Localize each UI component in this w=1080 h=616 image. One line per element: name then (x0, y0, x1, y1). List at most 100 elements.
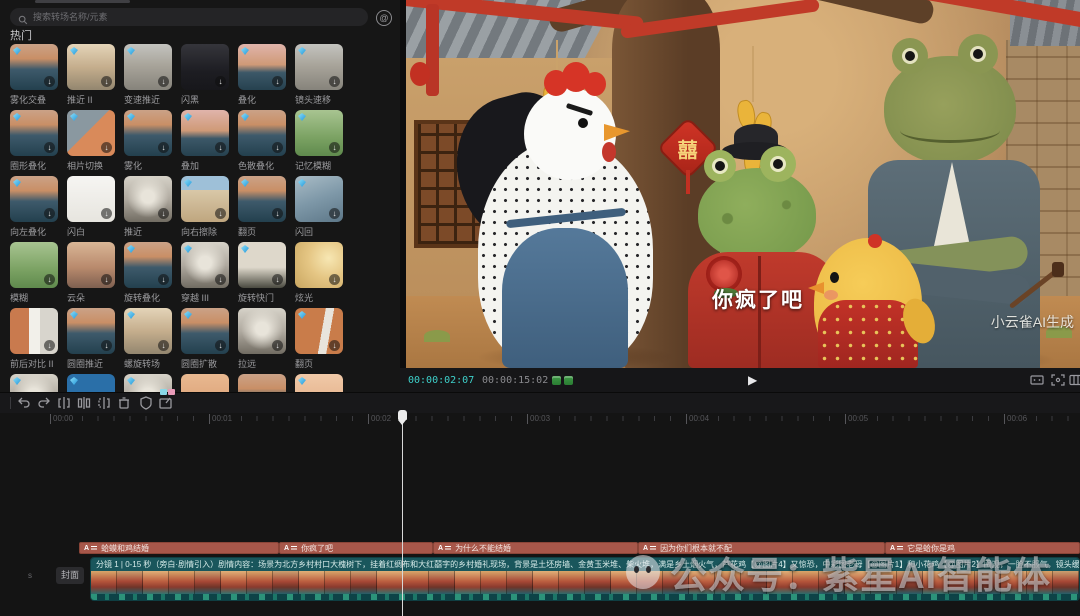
transition-label: 旋转快门 (238, 291, 286, 304)
video-editor-app: @ 热门 ↓雾化交叠↓推近 II↓变速推近↓闪黑↓叠化↓镜头速移↓圈形叠化↓相片… (0, 0, 1080, 616)
toolbar-divider (10, 397, 11, 409)
transition-label: 闪白 (67, 225, 115, 238)
transition-card[interactable]: ↓叠加 (181, 110, 229, 176)
timeline-ruler[interactable]: 00:0000:0100:0200:0300:0400:0500:06 (0, 413, 1080, 426)
vip-diamond-icon (13, 377, 21, 385)
transition-card[interactable]: ↓相片切换 (67, 110, 115, 176)
aspect-ratio-icon[interactable] (1030, 374, 1044, 386)
transition-card[interactable]: ↓翻页 (238, 176, 286, 242)
split-icon[interactable] (76, 395, 92, 411)
transition-card[interactable]: ↓雾化交叠 (10, 44, 58, 110)
playhead-handle[interactable] (398, 410, 407, 420)
transition-card[interactable]: ↓翻页 (295, 308, 343, 374)
transition-label: 雾化交叠 (10, 93, 58, 106)
cover-button[interactable]: 封面 (56, 567, 84, 584)
transition-card[interactable]: ↓ 记忆模糊 (295, 110, 343, 176)
transition-card[interactable]: ↓穿越 III (181, 242, 229, 308)
vip-diamond-icon (298, 311, 306, 319)
quality-badge[interactable] (552, 376, 561, 385)
transition-card[interactable]: ↓圆圈扩散 (181, 308, 229, 374)
trim-right-icon[interactable] (96, 395, 112, 411)
transition-card[interactable]: ↓旋转快门 (238, 242, 286, 308)
fullscreen-icon[interactable] (1051, 374, 1065, 386)
transition-thumbnail: ↓ (10, 308, 58, 354)
transition-card[interactable]: ↓拉远 (238, 308, 286, 374)
caption-edit-icon[interactable] (158, 395, 174, 411)
delete-icon[interactable] (116, 395, 132, 411)
filmstrip-frame (325, 571, 351, 594)
quality-badge[interactable] (564, 376, 573, 385)
transition-card[interactable] (238, 374, 286, 392)
transition-thumbnail (295, 374, 343, 392)
transition-card[interactable]: ↓闪回 (295, 176, 343, 242)
adapt-panel-icon[interactable] (1069, 374, 1080, 386)
track-marker: s (28, 571, 32, 580)
transition-card[interactable] (10, 374, 58, 392)
transition-card[interactable]: ↓雾化 (124, 110, 172, 176)
transition-label: 推近 II (67, 93, 115, 106)
transition-thumbnail: ↓ (124, 176, 172, 222)
transition-thumbnail: ↓ (295, 110, 343, 156)
download-icon: ↓ (329, 76, 340, 87)
transition-card[interactable]: ↓圈形叠化 (10, 110, 58, 176)
search-bar[interactable] (10, 8, 368, 26)
transition-card[interactable]: ↓闪黑 (181, 44, 229, 110)
transition-card[interactable]: ↓推近 (124, 176, 172, 242)
transition-thumbnail (10, 374, 58, 392)
transition-card[interactable]: ↓向右擦除 (181, 176, 229, 242)
transition-card[interactable]: ↓向左叠化 (10, 176, 58, 242)
corn-string (752, 46, 754, 102)
mask-icon[interactable] (138, 395, 154, 411)
chick-head-flower (868, 234, 882, 248)
filmstrip-frame (273, 571, 299, 594)
transition-thumbnail: ↓ (181, 110, 229, 156)
download-icon: ↓ (215, 76, 226, 87)
transition-card[interactable]: ↓色散叠化 (238, 110, 286, 176)
transition-label: 圈形叠化 (10, 159, 58, 172)
ornament-tassel (686, 170, 690, 194)
transition-card[interactable]: ↓推近 II (67, 44, 115, 110)
search-input[interactable] (33, 12, 360, 22)
transition-card[interactable] (295, 374, 343, 392)
transition-card[interactable]: ↓镜头速移 (295, 44, 343, 110)
transition-card[interactable]: ↓变速推近 (124, 44, 172, 110)
text-clip[interactable]: A蛤蟆和鸡结婚 (79, 542, 279, 554)
transition-card[interactable]: ↓炫光 (295, 242, 343, 308)
download-icon: ↓ (215, 340, 226, 351)
transition-card[interactable] (67, 374, 115, 392)
transition-card[interactable]: ↓螺旋转场 (124, 308, 172, 374)
playhead-line[interactable] (402, 415, 403, 616)
download-icon: ↓ (329, 142, 340, 153)
trim-left-icon[interactable] (56, 395, 72, 411)
ruler-label: 00:06 (1004, 414, 1027, 424)
transition-label: 记忆模糊 (295, 159, 343, 172)
download-icon: ↓ (44, 340, 55, 351)
transition-label: 旋转叠化 (124, 291, 172, 304)
transition-card[interactable]: ↓模糊 (10, 242, 58, 308)
filmstrip-frame (91, 571, 117, 594)
text-clip[interactable]: A你疯了吧 (279, 542, 433, 554)
lines-icon (445, 546, 451, 551)
transition-card[interactable]: ↓叠化 (238, 44, 286, 110)
undo-icon[interactable] (16, 395, 32, 411)
redo-icon[interactable] (36, 395, 52, 411)
transition-card[interactable]: ↓旋转叠化 (124, 242, 172, 308)
vip-diamond-icon (298, 113, 306, 121)
watermark-overlay: 公众号：紫星AI智能体 (626, 545, 1051, 599)
current-time: 00:00:02:07 (408, 375, 474, 386)
play-button[interactable]: ▶ (748, 373, 757, 387)
transition-card[interactable] (181, 374, 229, 392)
search-icon (18, 12, 28, 22)
transition-card[interactable]: ↓闪白 (67, 176, 115, 242)
transition-card[interactable]: ↓圆圈推近 (67, 308, 115, 374)
transition-card[interactable]: ↓前后对比 II (10, 308, 58, 374)
text-clip[interactable]: A为什么不能结婚 (433, 542, 638, 554)
transition-label: 叠化 (238, 93, 286, 106)
transition-label: 色散叠化 (238, 159, 286, 172)
grass-tuft (424, 330, 450, 342)
transition-label: 相片切换 (67, 159, 115, 172)
transition-card[interactable]: ↓云朵 (67, 242, 115, 308)
rooster-comb (584, 72, 606, 96)
transition-thumbnail: ↓ (295, 176, 343, 222)
search-by-element-button[interactable]: @ (376, 10, 392, 26)
